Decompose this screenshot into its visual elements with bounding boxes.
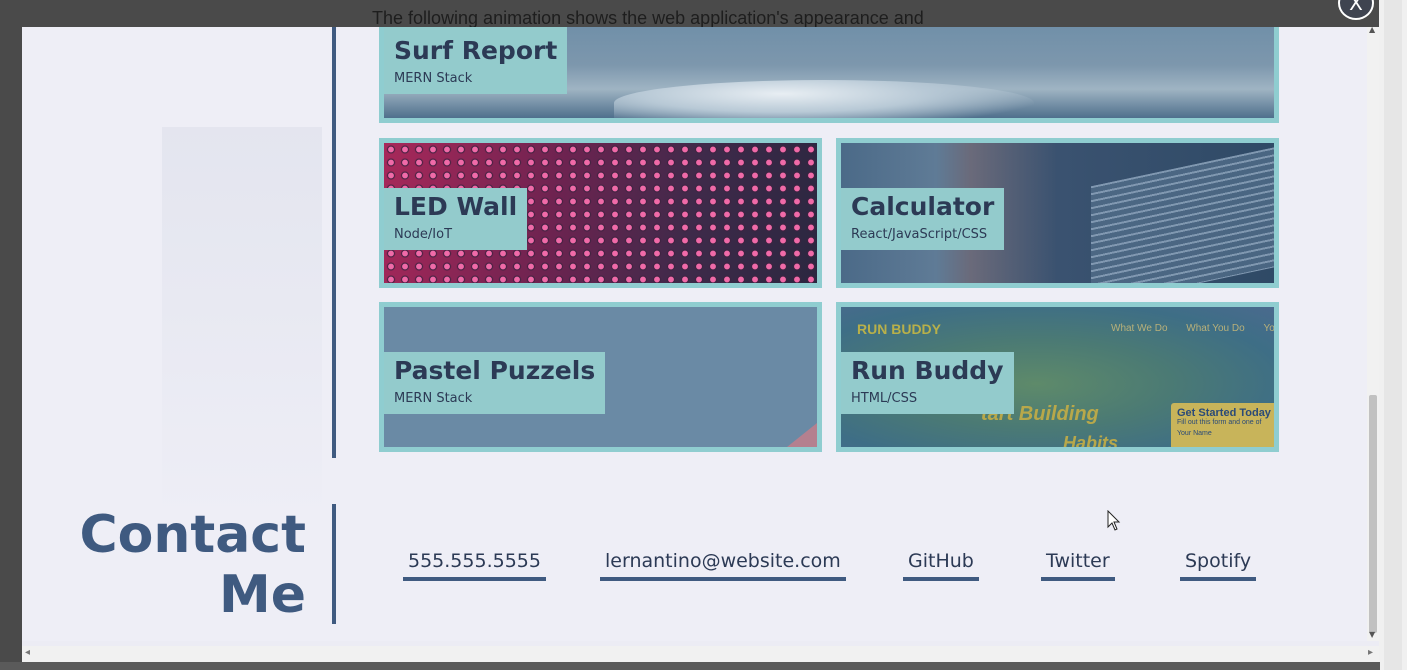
background-page-edge <box>0 662 1380 670</box>
modal-vertical-scrollbar[interactable]: ▲ ▼ <box>1367 27 1379 641</box>
project-card-led-wall[interactable]: LED Wall Node/IoT <box>379 138 822 288</box>
contact-github-link[interactable]: GitHub <box>903 550 979 581</box>
modal-close-button[interactable]: X <box>1338 0 1374 20</box>
project-title: Pastel Puzzels <box>394 356 596 385</box>
contact-phone-link[interactable]: 555.555.5555 <box>403 550 546 581</box>
project-title: Surf Report <box>394 36 558 65</box>
project-title: Run Buddy <box>851 356 1004 385</box>
background-page-scrollbar[interactable] <box>1379 0 1407 670</box>
scroll-up-arrow-icon[interactable]: ▲ <box>1369 27 1375 34</box>
run-buddy-hero-2: Habits <box>1063 433 1119 452</box>
background-intro-text: The following animation shows the web ap… <box>372 8 924 28</box>
projects-divider <box>332 27 336 458</box>
contact-spotify-link[interactable]: Spotify <box>1180 550 1257 581</box>
project-label: Run Buddy HTML/CSS <box>841 352 1014 414</box>
project-tech: HTML/CSS <box>851 391 918 406</box>
faded-section-headings <box>162 127 322 527</box>
contact-heading: Contact Me <box>79 505 306 625</box>
mouse-pointer-icon <box>1107 510 1121 531</box>
project-tech: Node/IoT <box>394 227 453 242</box>
wave-crest <box>614 80 1034 118</box>
project-card-surf-report[interactable]: Surf Report MERN Stack <box>379 27 1279 123</box>
project-label: Surf Report MERN Stack <box>384 27 568 94</box>
project-label: LED Wall Node/IoT <box>384 188 528 250</box>
project-card-calculator[interactable]: Calculator React/JavaScript/CSS <box>836 138 1279 288</box>
browser-viewport: The following animation shows the web ap… <box>0 0 1407 670</box>
scroll-down-arrow-icon[interactable]: ▼ <box>1369 630 1375 639</box>
project-tech: React/JavaScript/CSS <box>851 227 988 242</box>
run-buddy-brand: RUN BUDDY <box>857 321 941 337</box>
project-tech: MERN Stack <box>394 71 473 86</box>
project-label: Pastel Puzzels MERN Stack <box>384 352 606 414</box>
contact-divider <box>332 504 336 624</box>
scroll-left-arrow-icon[interactable]: ◂ <box>25 647 30 658</box>
contact-email-link[interactable]: lernantino@website.com <box>600 550 846 581</box>
project-card-pastel-puzzels[interactable]: Pastel Puzzels MERN Stack <box>379 302 822 452</box>
project-title: LED Wall <box>394 192 518 221</box>
puzzle-corner-shape <box>787 423 817 447</box>
project-label: Calculator React/JavaScript/CSS <box>841 188 1005 250</box>
project-modal: Surf Report MERN Stack LED Wall Node/IoT… <box>22 27 1379 662</box>
vertical-scrollbar-thumb[interactable] <box>1369 395 1377 633</box>
modal-content: Surf Report MERN Stack LED Wall Node/IoT… <box>22 27 1367 641</box>
run-buddy-cta-box: Get Started Today Fill out this form and… <box>1171 403 1274 447</box>
project-card-run-buddy[interactable]: RUN BUDDY What We Do What You Do Yo tart… <box>836 302 1279 452</box>
scroll-right-arrow-icon[interactable]: ▸ <box>1368 647 1373 658</box>
project-title: Calculator <box>851 192 995 221</box>
modal-horizontal-scrollbar[interactable]: ◂ ▸ <box>22 646 1379 662</box>
run-buddy-nav: What We Do What You Do Yo <box>1111 323 1275 334</box>
contact-twitter-link[interactable]: Twitter <box>1041 550 1115 581</box>
project-tech: MERN Stack <box>394 391 473 406</box>
